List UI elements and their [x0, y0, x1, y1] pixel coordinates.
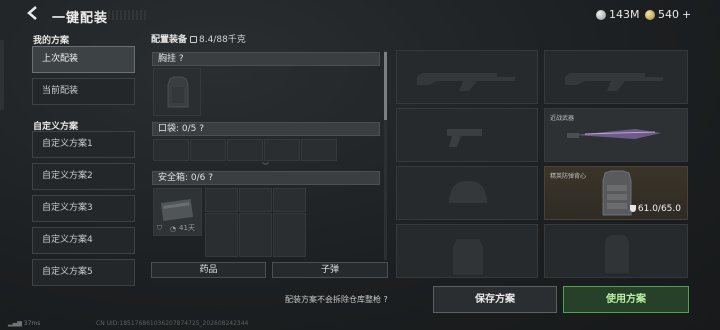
timer-icon: ◔: [170, 225, 177, 233]
backpack-icon: [453, 239, 483, 275]
chest-rig-icon: [605, 235, 629, 273]
plan-note: 配装方案不会拆除仓库整枪 ?: [285, 295, 388, 304]
armor-durability: 61.0/65.0: [629, 204, 681, 214]
helmet-icon: [449, 181, 487, 203]
safebox-header[interactable]: 安全箱: 0/6 ?: [152, 171, 380, 185]
armor-label: 精英防弹背心: [550, 173, 587, 180]
add-currency-button[interactable]: +: [682, 8, 691, 21]
back-arrow-icon: [27, 6, 37, 20]
uid-text: CN UID:185176861036207874725_20260824234…: [96, 320, 249, 327]
pocket-header[interactable]: 口袋: 0/5 ?: [152, 122, 380, 136]
rifle-icon-2: [565, 73, 663, 91]
safebox-slot-3[interactable]: [273, 188, 306, 212]
ping-value: 37ms: [23, 320, 41, 327]
safebox-slot-6[interactable]: [273, 213, 306, 257]
back-button[interactable]: [26, 5, 46, 25]
silver-amount: 143M: [609, 8, 640, 21]
primary-weapon-slot[interactable]: [396, 50, 538, 104]
save-plan-button[interactable]: 保存方案: [433, 286, 557, 313]
backpack-slot[interactable]: [396, 224, 538, 278]
helmet-slot[interactable]: [396, 166, 538, 220]
equip-scrollbar-thumb[interactable]: [384, 52, 387, 120]
safebox-durability-icon: ⛉: [157, 224, 163, 232]
pocket-slot-5[interactable]: [301, 139, 337, 161]
rifle-icon: [417, 73, 515, 91]
expand-chevron-icon[interactable]: ︾: [262, 161, 269, 171]
secondary-weapon-slot[interactable]: [544, 50, 688, 104]
custom-plan-3[interactable]: 自定义方案3: [32, 195, 135, 222]
vest-icon: [167, 76, 189, 108]
page-title: 一键配装: [52, 11, 109, 26]
safebox-slot-4[interactable]: [205, 213, 238, 257]
shield-icon: [629, 205, 636, 212]
use-plan-button[interactable]: 使用方案: [563, 286, 689, 313]
chest-rig-header[interactable]: 胸挂 ?: [152, 52, 380, 66]
chest-rig-gear-slot[interactable]: [544, 224, 688, 278]
ammo-tab[interactable]: 子弹: [272, 262, 388, 278]
weight-icon: [190, 36, 197, 43]
gold-amount: 540: [658, 8, 679, 21]
gold-coin-icon: [645, 9, 655, 20]
safebox-slot-5[interactable]: [239, 213, 272, 257]
custom-plan-2[interactable]: 自定义方案2: [32, 163, 135, 190]
armor-durability-value: 61.0/65.0: [637, 204, 681, 214]
medicine-tab[interactable]: 药品: [151, 262, 266, 278]
safebox-item[interactable]: ⛉ ◔ 41天: [153, 188, 202, 236]
plan-last-config[interactable]: 上次配装: [32, 46, 135, 73]
custom-plan-1[interactable]: 自定义方案1: [32, 131, 135, 158]
plan-current-config[interactable]: 当前配装: [32, 78, 135, 105]
pistol-slot[interactable]: [396, 108, 538, 162]
silver-coin-icon: [596, 9, 606, 20]
pocket-slot-2[interactable]: [190, 139, 226, 161]
equip-title: 配置装备: [151, 35, 188, 45]
melee-label: 近战武器: [550, 115, 575, 122]
custom-plan-5[interactable]: 自定义方案5: [32, 259, 135, 286]
gold-currency[interactable]: 540 +: [645, 8, 691, 21]
custom-plan-4[interactable]: 自定义方案4: [32, 227, 135, 254]
title-decoration: [108, 10, 148, 20]
pocket-slot-1[interactable]: [153, 139, 189, 161]
chest-rig-slot[interactable]: [153, 68, 201, 116]
pistol-icon: [447, 129, 482, 147]
melee-slot[interactable]: 近战武器: [544, 108, 688, 162]
body-armor-slot[interactable]: 精英防弹背心 61.0/65.0: [544, 166, 688, 220]
safebox-slot-2[interactable]: [239, 188, 272, 212]
safebox-slot-1[interactable]: [205, 188, 238, 212]
weight-value: 8.4/88千克: [199, 35, 246, 45]
side-handle[interactable]: [0, 40, 4, 110]
silver-currency: 143M: [596, 8, 640, 21]
network-status: ▂▄▆ 37ms: [8, 320, 40, 327]
safebox-timer: 41天: [179, 224, 195, 232]
equip-weight: 8.4/88千克: [190, 32, 246, 45]
my-plans-label: 我的方案: [33, 36, 70, 46]
pocket-slot-4[interactable]: [264, 139, 300, 161]
pocket-slot-3[interactable]: [227, 139, 263, 161]
wifi-icon: ▂▄▆: [8, 320, 22, 327]
